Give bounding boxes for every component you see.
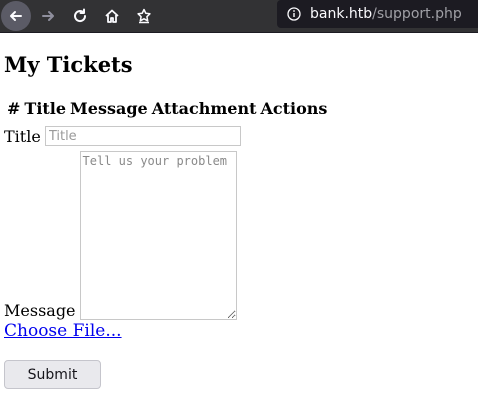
message-textarea[interactable]: [79, 151, 237, 320]
reload-icon[interactable]: [64, 0, 96, 32]
forward-icon[interactable]: [32, 0, 64, 32]
page-title: My Tickets: [4, 52, 133, 77]
browser-toolbar: bank.htb/support.php: [0, 0, 478, 33]
table-header-row: # Title Message Attachment Actions: [6, 98, 328, 119]
message-label: Message: [4, 301, 76, 320]
bookmark-icon[interactable]: [128, 0, 160, 32]
url-path: /support.php: [372, 6, 462, 22]
submit-button[interactable]: Submit: [4, 360, 101, 389]
info-icon[interactable]: [286, 6, 302, 22]
url-host: bank.htb: [310, 6, 373, 22]
column-header-actions: Actions: [260, 99, 328, 118]
column-header-title: Title: [24, 99, 67, 118]
url-text: bank.htb/support.php: [310, 6, 462, 22]
choose-file-link[interactable]: Choose File...: [4, 321, 122, 341]
title-label: Title: [4, 126, 41, 146]
tickets-table: # Title Message Attachment Actions: [4, 98, 330, 119]
column-header-attachment: Attachment: [151, 99, 257, 118]
column-header-message: Message: [70, 99, 148, 118]
title-input[interactable]: [44, 126, 241, 146]
title-row: Title: [4, 126, 241, 146]
home-icon[interactable]: [96, 0, 128, 32]
column-header-number: #: [7, 99, 21, 118]
message-row: Message: [4, 151, 237, 320]
back-icon[interactable]: [0, 0, 32, 32]
url-bar[interactable]: bank.htb/support.php: [277, 0, 478, 28]
